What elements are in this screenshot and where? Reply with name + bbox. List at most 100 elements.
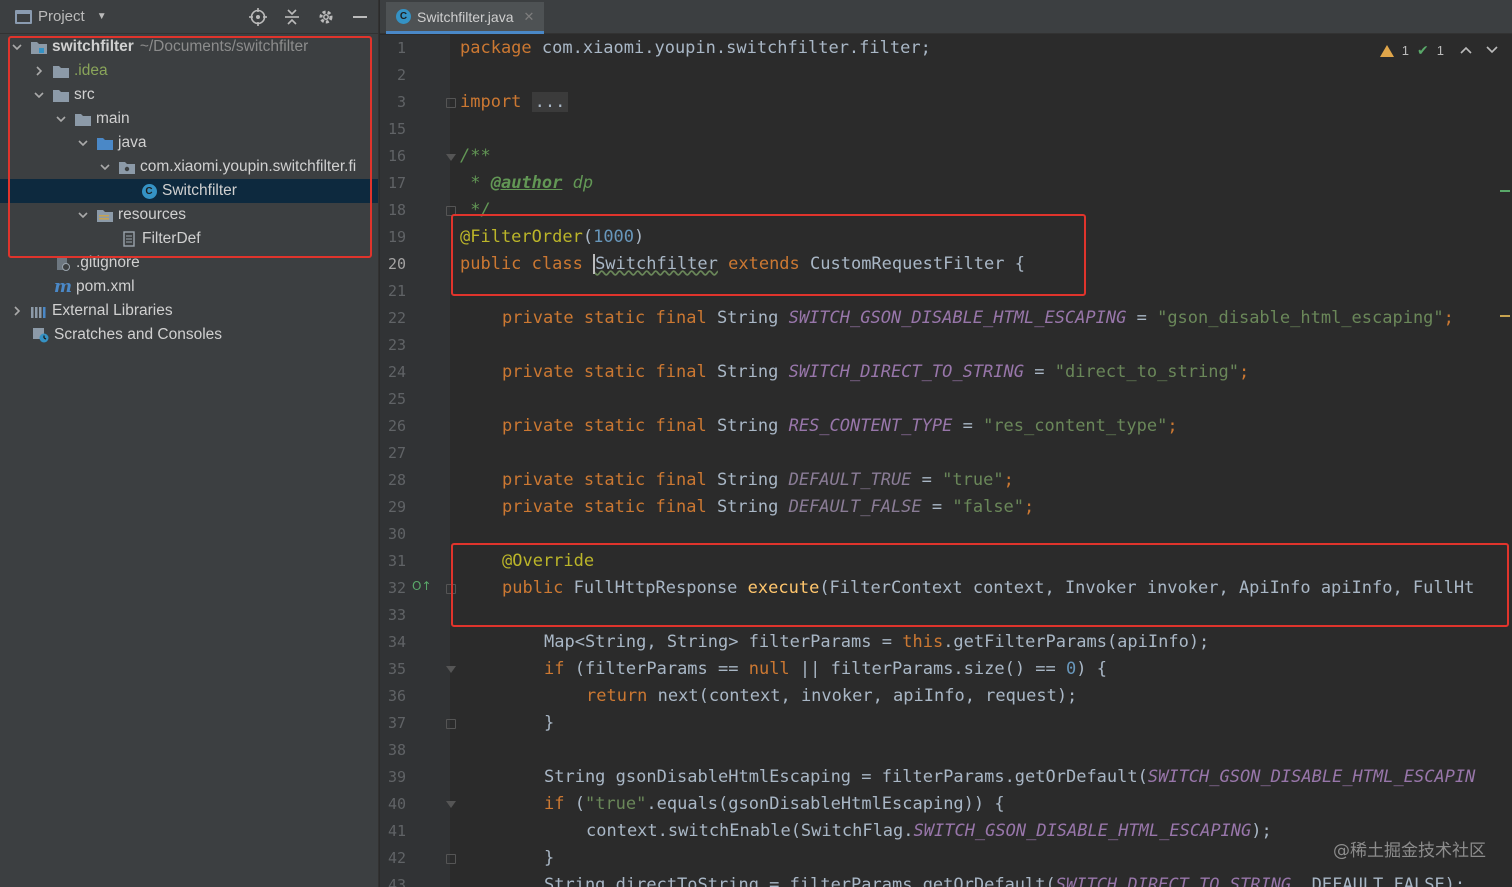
code-line: public FullHttpResponse execute(FilterCo… — [502, 575, 1474, 602]
tree-item-gitignore[interactable]: .gitignore — [0, 251, 378, 275]
folder-icon — [74, 111, 92, 127]
tab-switchfilter-java[interactable]: C Switchfilter.java ✕ — [386, 2, 545, 34]
editor-scrollbar[interactable] — [1498, 35, 1512, 887]
keyword: null — [748, 659, 790, 679]
line-number: 38 — [387, 741, 406, 759]
string: "res_content_type" — [983, 416, 1168, 436]
keyword: private static final — [502, 362, 717, 382]
fold-toggle-icon[interactable] — [446, 854, 456, 864]
chevron-down-icon[interactable] — [76, 209, 90, 221]
code-text: Map<String, String> filterParams = — [544, 632, 903, 652]
tree-item-switchfilter[interactable]: switchfilter ~/Documents/switchfilter — [0, 35, 378, 59]
tree-item-label: java — [118, 134, 147, 151]
code-text: ; — [1003, 470, 1014, 490]
project-view-selector[interactable]: Project ▼ — [15, 8, 107, 25]
locate-file-icon[interactable] — [248, 7, 268, 27]
code-text: = — [911, 470, 943, 490]
line-number: 2 — [396, 66, 406, 84]
line-number: 35 — [387, 660, 406, 678]
tree-item-main[interactable]: main — [0, 107, 378, 131]
module-folder-icon — [30, 39, 48, 55]
string: "direct_to_string" — [1054, 362, 1239, 382]
inspection-widget[interactable]: 1 ✔ 1 — [1379, 42, 1498, 59]
tree-item-src[interactable]: src — [0, 83, 378, 107]
chevron-down-icon[interactable] — [76, 137, 90, 149]
code-line: Map<String, String> filterParams = this.… — [544, 629, 1209, 656]
tree-item-label: resources — [118, 206, 187, 223]
scroll-marker[interactable] — [1500, 315, 1510, 317]
chevron-down-icon[interactable] — [32, 89, 46, 101]
line-number: 15 — [387, 120, 406, 138]
keyword: this — [902, 632, 944, 652]
hide-panel-icon[interactable] — [350, 7, 370, 27]
tree-item-label: com.xiaomi.youpin.switchfilter.fi — [140, 158, 357, 175]
line-number: 18 — [387, 201, 406, 219]
code-line: } — [544, 713, 555, 733]
code-line: private static final String SWITCH_DIREC… — [502, 359, 1249, 386]
line-number: 19 — [387, 228, 406, 246]
next-highlight-icon[interactable] — [1486, 43, 1498, 58]
gear-icon[interactable] — [316, 7, 336, 27]
scratches-icon — [32, 327, 50, 343]
line-number: 29 — [387, 498, 406, 516]
tree-item-label: .idea — [74, 62, 108, 79]
chevron-down-icon[interactable] — [98, 161, 112, 173]
code-text: (filterParams == — [574, 659, 749, 679]
tree-item-pom[interactable]: m pom.xml — [0, 275, 378, 299]
code-text: String — [716, 362, 789, 382]
chevron-down-icon[interactable] — [54, 113, 68, 125]
tree-item-idea[interactable]: .idea — [0, 59, 378, 83]
tree-item-java[interactable]: java — [0, 131, 378, 155]
line-number: 37 — [387, 714, 406, 732]
tree-item-package[interactable]: com.xiaomi.youpin.switchfilter.fi — [0, 155, 378, 179]
line-number: 41 — [387, 822, 406, 840]
fold-toggle-icon[interactable] — [446, 98, 456, 108]
code-area[interactable]: package com.xiaomi.youpin.switchfilter.f… — [460, 35, 1512, 887]
scroll-marker[interactable] — [1500, 190, 1510, 192]
tree-item-resources[interactable]: resources — [0, 203, 378, 227]
code-line: private static final String SWITCH_GSON_… — [502, 305, 1454, 332]
line-number: 17 — [387, 174, 406, 192]
line-number: 21 — [387, 282, 406, 300]
code-text: CustomRequestFilter { — [810, 254, 1025, 274]
keyword: import — [460, 92, 522, 112]
collapse-all-icon[interactable] — [282, 7, 302, 27]
fold-toggle-icon[interactable] — [446, 801, 456, 808]
line-number: 3 — [396, 93, 406, 111]
folded-imports[interactable]: ... — [531, 92, 569, 112]
fold-toggle-icon[interactable] — [446, 719, 456, 729]
code-line: * @author dp — [460, 170, 593, 197]
code-line: if (filterParams == null || filterParams… — [544, 656, 1107, 683]
tree-item-label: Switchfilter — [162, 182, 237, 199]
tree-item-label: pom.xml — [76, 278, 135, 295]
tree-item-switchfilter-class[interactable]: C Switchfilter — [0, 179, 378, 203]
chevron-right-icon[interactable] — [10, 305, 24, 317]
constant: SWITCH_GSON_DISABLE_HTML_ESCAPIN — [1147, 767, 1476, 787]
class-name: Switchfilter — [593, 254, 718, 274]
fold-toggle-icon[interactable] — [446, 584, 456, 594]
code-text: = — [1126, 308, 1158, 328]
override-method-icon[interactable]: O↑ — [412, 579, 432, 593]
fold-toggle-icon[interactable] — [446, 666, 456, 673]
fold-toggle-icon[interactable] — [446, 154, 456, 161]
code-text: .equals(gsonDisableHtmlEscaping)) { — [646, 794, 1005, 814]
code-text: context.switchEnable(SwitchFlag. — [586, 821, 914, 841]
tree-item-label: Scratches and Consoles — [54, 326, 223, 343]
tree-item-filterdef[interactable]: FilterDef — [0, 227, 378, 251]
close-icon[interactable]: ✕ — [523, 9, 534, 25]
fold-toggle-icon[interactable] — [446, 206, 456, 216]
doc-comment: * — [460, 173, 491, 193]
package-icon — [118, 159, 136, 175]
string: "true" — [584, 794, 647, 814]
doc-comment: dp — [562, 173, 594, 193]
code-text: String directToString = filterParams.get… — [544, 875, 1056, 887]
string: "gson_disable_html_escaping" — [1157, 308, 1444, 328]
code-line: private static final String RES_CONTENT_… — [502, 413, 1178, 440]
chevron-right-icon[interactable] — [32, 65, 46, 77]
tree-item-external-libraries[interactable]: External Libraries — [0, 299, 378, 323]
code-line: /** — [460, 146, 491, 166]
previous-highlight-icon[interactable] — [1460, 43, 1472, 58]
tree-item-label: src — [74, 86, 95, 103]
chevron-down-icon[interactable] — [10, 41, 24, 53]
tree-item-scratches[interactable]: Scratches and Consoles — [0, 323, 378, 347]
